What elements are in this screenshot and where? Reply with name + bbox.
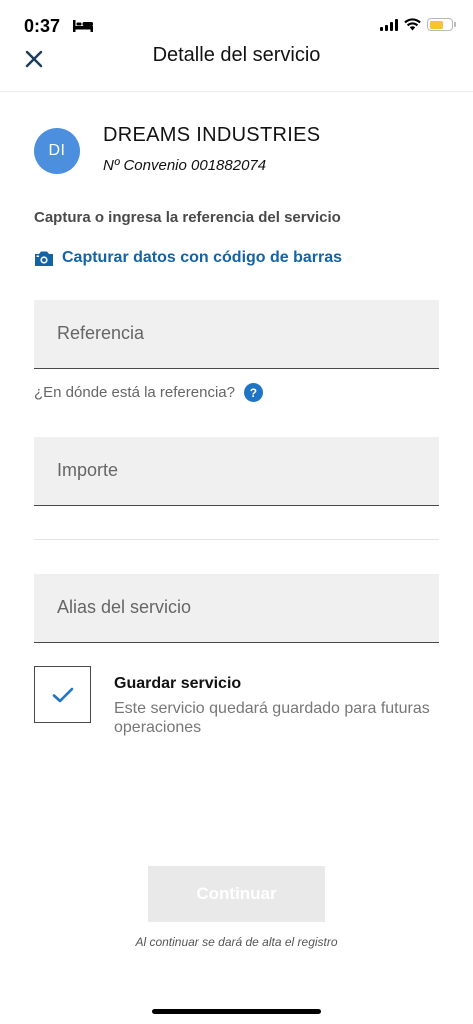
battery-level — [429, 20, 444, 29]
section-divider — [34, 539, 439, 540]
company-name: DREAMS INDUSTRIES — [103, 124, 321, 146]
reference-help-text: ¿En dónde está la referencia? — [34, 384, 235, 401]
checkmark-icon — [52, 687, 73, 702]
company-card: DI DREAMS INDUSTRIES Nº Convenio 0018820… — [34, 124, 454, 184]
company-avatar: DI — [34, 128, 80, 174]
bed-icon — [73, 20, 93, 32]
continue-disclaimer: Al continuar se dará de alta el registro — [135, 935, 338, 949]
service-detail-screen: 0:37 Detalle del servicio DI DREAMS INDU… — [0, 0, 473, 1024]
cellular-signal-icon — [380, 18, 398, 31]
home-indicator — [152, 1009, 321, 1014]
wifi-icon — [404, 18, 421, 31]
battery-icon — [427, 18, 456, 31]
alias-input[interactable]: Alias del servicio — [34, 574, 439, 643]
alias-placeholder: Alias del servicio — [57, 597, 192, 617]
camera-icon — [35, 251, 53, 266]
barcode-capture-link[interactable]: Capturar datos con código de barras — [34, 249, 342, 267]
nav-header: Detalle del servicio — [0, 40, 473, 92]
status-time: 0:37 — [24, 16, 61, 36]
status-bar: 0:37 — [0, 0, 473, 40]
continue-button[interactable]: Continuar — [148, 866, 325, 922]
reference-instruction: Captura o ingresa la referencia del serv… — [34, 209, 341, 226]
amount-input[interactable]: Importe — [34, 437, 439, 506]
reference-input[interactable]: Referencia — [34, 300, 439, 369]
company-convenio: Nº Convenio 001882074 — [103, 157, 267, 174]
barcode-link-label: Capturar datos con código de barras — [62, 249, 343, 266]
help-icon[interactable]: ? — [243, 383, 263, 402]
save-service-description: Este servicio quedará guardado para futu… — [114, 700, 430, 736]
amount-placeholder: Importe — [57, 460, 119, 480]
save-service-title: Guardar servicio — [114, 675, 242, 692]
status-indicators — [380, 18, 456, 31]
page-title: Detalle del servicio — [152, 44, 321, 66]
reference-help: ¿En dónde está la referencia? ? — [34, 383, 263, 402]
save-service-checkbox[interactable] — [34, 666, 91, 723]
reference-placeholder: Referencia — [57, 323, 145, 343]
